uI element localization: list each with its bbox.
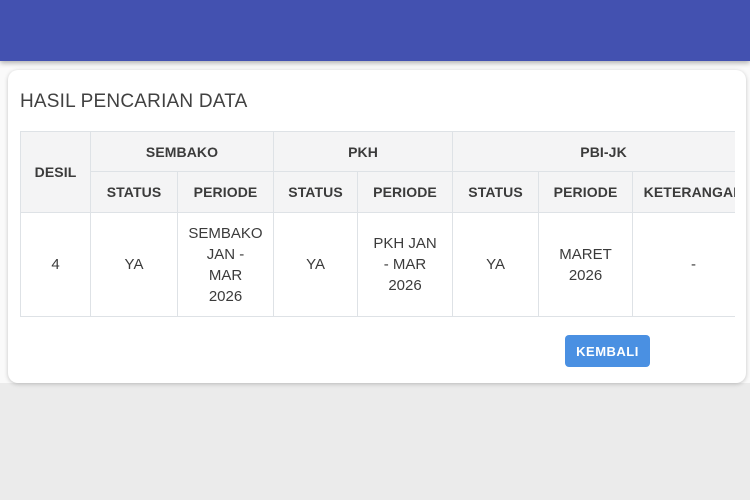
col-header-pbi-jk-status: STATUS bbox=[453, 172, 539, 213]
cell-pbi-jk-status: YA bbox=[453, 213, 539, 317]
col-header-pbi-jk-periode: PERIODE bbox=[539, 172, 633, 213]
button-row: KEMBALI bbox=[20, 317, 735, 367]
col-header-pkh-status: STATUS bbox=[274, 172, 358, 213]
cell-sembako-periode: SEMBAKO JAN - MAR 2026 bbox=[178, 213, 274, 317]
col-header-desil: DESIL bbox=[21, 132, 91, 213]
group-header-pbi-jk: PBI-JK bbox=[453, 132, 735, 172]
page-title: HASIL PENCARIAN DATA bbox=[20, 92, 734, 112]
cell-sembako-status: YA bbox=[91, 213, 178, 317]
col-header-pkh-periode: PERIODE bbox=[358, 172, 453, 213]
col-header-keterangan: KETERANGAN bbox=[633, 172, 735, 213]
col-header-sembako-periode: PERIODE bbox=[178, 172, 274, 213]
group-header-pkh: PKH bbox=[274, 132, 453, 172]
table-container: DESIL SEMBAKO PKH PBI-JK STATUS PERIODE … bbox=[20, 131, 735, 317]
col-header-sembako-status: STATUS bbox=[91, 172, 178, 213]
cell-pkh-periode: PKH JAN - MAR 2026 bbox=[358, 213, 453, 317]
cell-desil: 4 bbox=[21, 213, 91, 317]
results-table: DESIL SEMBAKO PKH PBI-JK STATUS PERIODE … bbox=[20, 131, 735, 317]
table-sub-header-row: STATUS PERIODE STATUS PERIODE STATUS PER… bbox=[21, 172, 736, 213]
app-header-bar bbox=[0, 0, 750, 61]
cell-pbi-jk-periode: MARET 2026 bbox=[539, 213, 633, 317]
cell-pkh-status: YA bbox=[274, 213, 358, 317]
cell-keterangan: - bbox=[633, 213, 735, 317]
group-header-sembako: SEMBAKO bbox=[91, 132, 274, 172]
kembali-button[interactable]: KEMBALI bbox=[565, 335, 650, 367]
table-group-header-row: DESIL SEMBAKO PKH PBI-JK bbox=[21, 132, 736, 172]
table-row: 4 YA SEMBAKO JAN - MAR 2026 YA PKH JAN -… bbox=[21, 213, 736, 317]
results-card: HASIL PENCARIAN DATA DESIL SEMBAKO PKH P… bbox=[8, 70, 746, 383]
